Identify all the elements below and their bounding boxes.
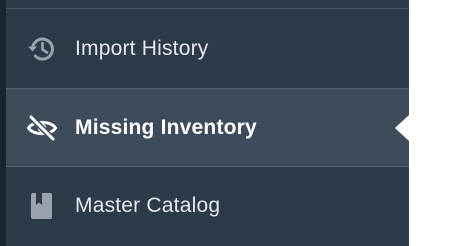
eye-off-icon [26, 112, 58, 144]
book-icon [26, 190, 58, 222]
sidebar-item-label: Missing Inventory [75, 115, 257, 139]
sidebar-item-import-history[interactable]: Import History [6, 10, 409, 88]
sidebar-item-master-catalog[interactable]: Master Catalog [6, 167, 409, 245]
active-indicator-caret [395, 114, 409, 141]
sidebar-top-divider [6, 0, 409, 9]
sidebar-item-label: Master Catalog [75, 194, 221, 217]
sidebar-item-label: Import History [75, 37, 209, 60]
history-icon [26, 33, 58, 65]
sidebar-item-missing-inventory[interactable]: Missing Inventory [6, 88, 409, 167]
sidebar: Import History Missing Inventory Master … [0, 0, 409, 246]
